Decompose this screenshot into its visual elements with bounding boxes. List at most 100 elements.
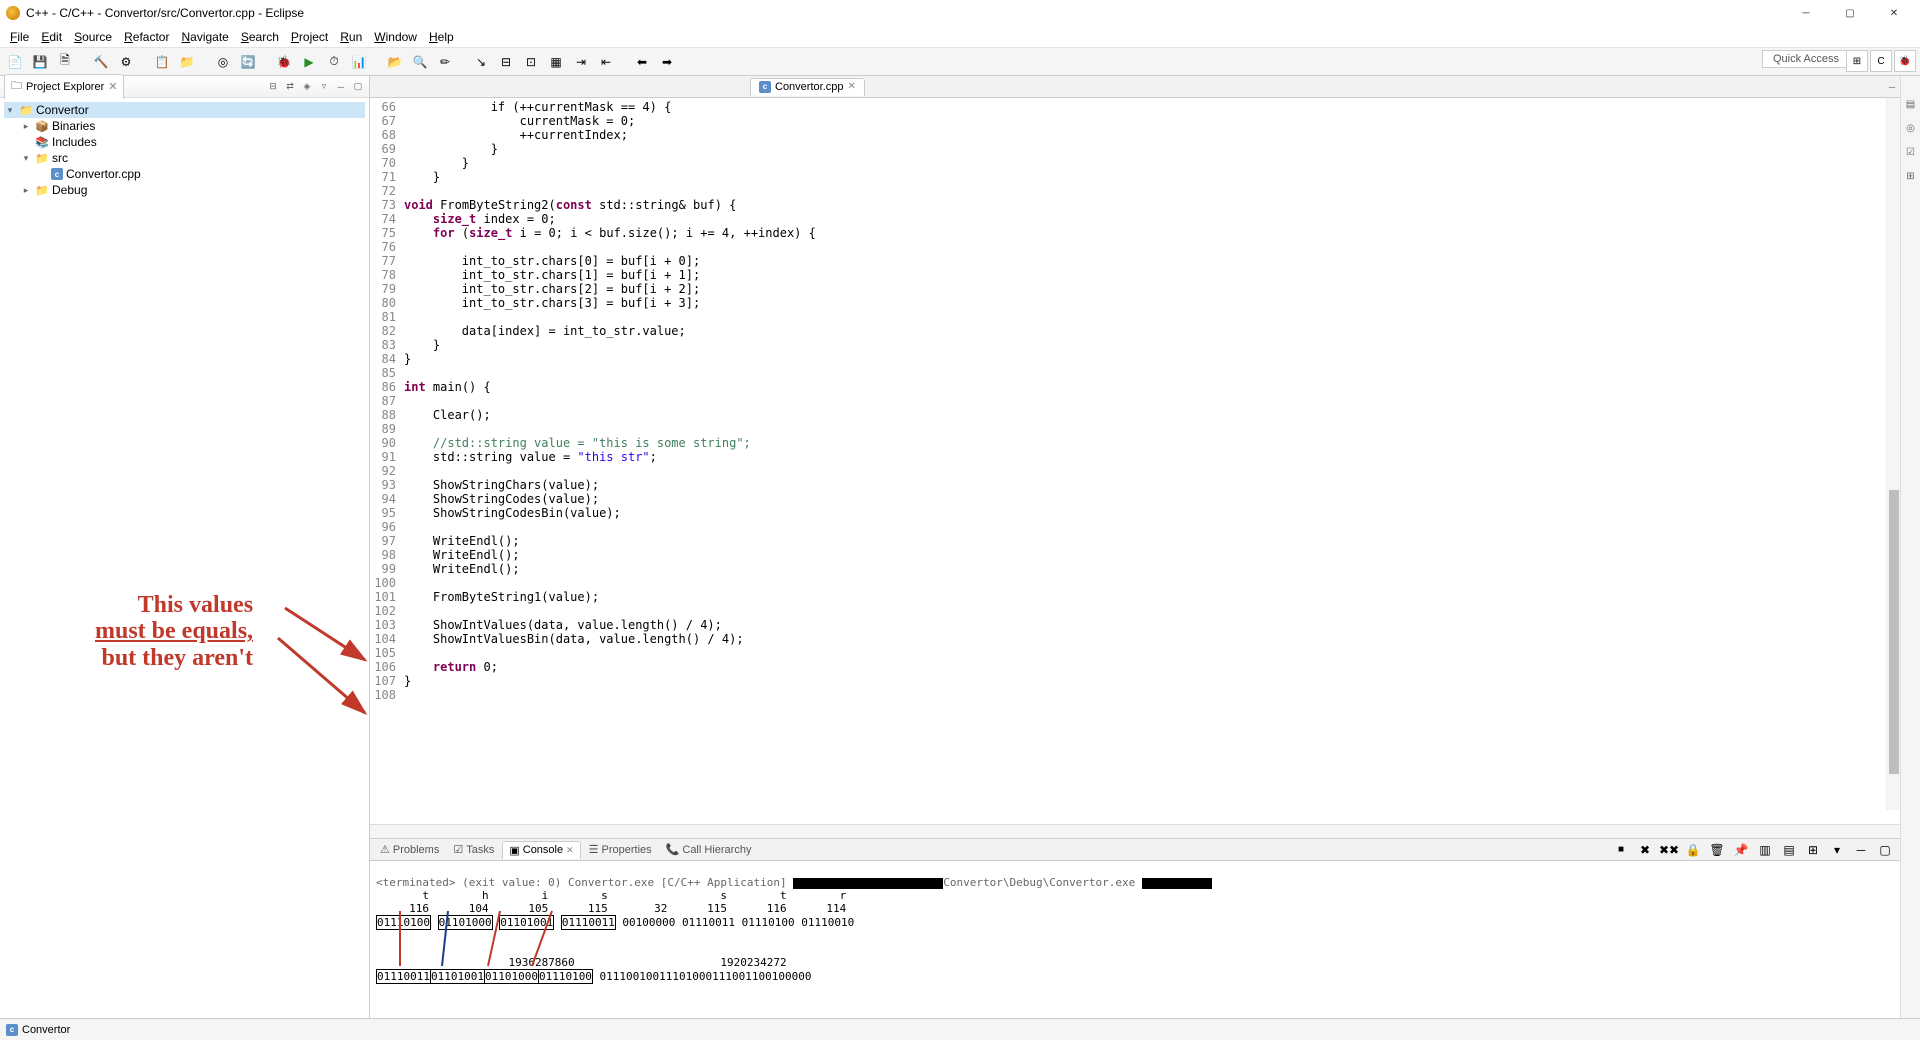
expand-icon[interactable]: ▸	[20, 185, 32, 196]
bottom-tab-console[interactable]: ▣Console ✕	[502, 841, 580, 859]
annotate-button[interactable]: ✏	[434, 51, 456, 73]
link-editor-icon[interactable]: ⇄	[283, 80, 297, 94]
new-class-button[interactable]: 📋	[151, 51, 173, 73]
tree-item[interactable]: 📚Includes	[4, 134, 365, 150]
clear-console-button[interactable]: 🗑	[1706, 839, 1728, 861]
view-menu-icon[interactable]: ▿	[317, 80, 331, 94]
open-type-button[interactable]: 📂	[384, 51, 406, 73]
project-tree[interactable]: ▾ 📁 Convertor ▸📦Binaries📚Includes▾📁srccC…	[0, 98, 369, 1018]
minimize-view-icon[interactable]: ─	[334, 80, 348, 94]
tab-icon: ▣	[509, 844, 519, 857]
search-button[interactable]: 🔍	[409, 51, 431, 73]
display-selected-button[interactable]: ▥	[1754, 839, 1776, 861]
new-console-button[interactable]: ⊞	[1802, 839, 1824, 861]
tree-root[interactable]: ▾ 📁 Convertor	[4, 102, 365, 118]
open-perspective-button[interactable]: ⊞	[1846, 50, 1868, 72]
editor-tab-label: Convertor.cpp	[775, 81, 843, 93]
bottom-tab-call-hierarchy[interactable]: 📞Call Hierarchy	[660, 841, 758, 858]
task-list-icon[interactable]: ☑	[1903, 144, 1919, 160]
run-button[interactable]: ▶	[298, 51, 320, 73]
outline-icon[interactable]: ▤	[1903, 96, 1919, 112]
maximize-button[interactable]: ▢	[1830, 1, 1870, 25]
scroll-lock-button[interactable]: 🔒	[1682, 839, 1704, 861]
save-all-button[interactable]: 🗎	[54, 51, 76, 73]
open-console-button[interactable]: ▤	[1778, 839, 1800, 861]
close-button[interactable]: ✕	[1874, 1, 1914, 25]
tree-item-label: src	[52, 151, 68, 165]
minimize-editor-icon[interactable]: ─	[1885, 80, 1899, 94]
menu-window[interactable]: Window	[368, 28, 423, 46]
code-editor[interactable]: 66 67 68 69 70 71 72 73 74 75 76 77 78 7…	[370, 98, 1900, 824]
pin-console-button[interactable]: 📌	[1730, 839, 1752, 861]
menu-run[interactable]: Run	[334, 28, 368, 46]
maximize-console-icon[interactable]: ▢	[1874, 839, 1896, 861]
folder-icon: 📚	[35, 135, 49, 149]
close-icon[interactable]: ✕	[566, 845, 574, 856]
console-output[interactable]: <terminated> (exit value: 0) Convertor.e…	[370, 861, 1900, 1018]
console-dropdown-button[interactable]: ▾	[1826, 839, 1848, 861]
build-button[interactable]: 🔨	[90, 51, 112, 73]
remove-all-button[interactable]: ✖✖	[1658, 839, 1680, 861]
annotation-text: This values must be equals, but they are…	[95, 592, 253, 671]
profile-button[interactable]: ⏱	[323, 51, 345, 73]
cpp-icon: c	[6, 1024, 18, 1036]
minimize-console-icon[interactable]: ─	[1850, 839, 1872, 861]
folder-icon: 📁	[35, 183, 49, 197]
toggle-block-button[interactable]: ▦	[545, 51, 567, 73]
menu-search[interactable]: Search	[235, 28, 285, 46]
build-targets-icon[interactable]: ⊞	[1903, 168, 1919, 184]
expand-icon[interactable]: ▾	[4, 105, 16, 116]
tree-item[interactable]: ▾📁src	[4, 150, 365, 166]
menu-navigate[interactable]: Navigate	[175, 28, 234, 46]
coverage-button[interactable]: 📊	[348, 51, 370, 73]
hammer-icon[interactable]: ⚙	[115, 51, 137, 73]
project-explorer-tab[interactable]: 🗀 Project Explorer ✕	[4, 74, 124, 99]
focus-icon[interactable]: ◈	[300, 80, 314, 94]
make-target-icon[interactable]: ◎	[1903, 120, 1919, 136]
new-button[interactable]: 📄	[4, 51, 26, 73]
menu-edit[interactable]: Edit	[35, 28, 68, 46]
refresh-button[interactable]: 🔄	[237, 51, 259, 73]
tree-item[interactable]: ▸📁Debug	[4, 182, 365, 198]
debug-perspective-button[interactable]: 🐞	[1894, 50, 1916, 72]
cpp-perspective-button[interactable]: C	[1870, 50, 1892, 72]
bottom-tab-tasks[interactable]: ☑Tasks	[447, 841, 500, 858]
editor-pane: c Convertor.cpp ✕ ─ ▢ 66 67 68 69 70 71 …	[370, 76, 1920, 1018]
step-button[interactable]: ↘	[470, 51, 492, 73]
project-icon: 📁	[19, 103, 33, 117]
save-button[interactable]: 💾	[29, 51, 51, 73]
menu-file[interactable]: File	[4, 28, 35, 46]
toggle-mark-button[interactable]: ⊡	[520, 51, 542, 73]
remove-terminated-button[interactable]: ✖	[1634, 839, 1656, 861]
tree-item-label: Binaries	[52, 119, 95, 133]
terminate-button[interactable]: ■	[1610, 839, 1632, 861]
menu-project[interactable]: Project	[285, 28, 334, 46]
bottom-tab-properties[interactable]: ☰Properties	[583, 841, 658, 858]
next-button[interactable]: ⇥	[570, 51, 592, 73]
tree-item[interactable]: cConvertor.cpp	[4, 166, 365, 182]
close-tab-icon[interactable]: ✕	[847, 81, 855, 92]
target-button[interactable]: ◎	[212, 51, 234, 73]
menu-source[interactable]: Source	[68, 28, 118, 46]
menu-refactor[interactable]: Refactor	[118, 28, 175, 46]
horizontal-scrollbar[interactable]	[370, 824, 1920, 838]
quick-access-input[interactable]: Quick Access	[1762, 50, 1850, 68]
menu-help[interactable]: Help	[423, 28, 460, 46]
minimize-button[interactable]: ─	[1786, 1, 1826, 25]
collapse-all-icon[interactable]: ⊟	[266, 80, 280, 94]
expand-icon[interactable]: ▸	[20, 121, 32, 132]
maximize-view-icon[interactable]: ▢	[351, 80, 365, 94]
toggle-button[interactable]: ⊟	[495, 51, 517, 73]
debug-button[interactable]: 🐞	[273, 51, 295, 73]
close-icon[interactable]: ✕	[108, 80, 117, 93]
expand-icon[interactable]: ▾	[20, 153, 32, 164]
prev-button[interactable]: ⇤	[595, 51, 617, 73]
bottom-tab-problems[interactable]: ⚠Problems	[374, 841, 445, 858]
tree-item[interactable]: ▸📦Binaries	[4, 118, 365, 134]
back-button[interactable]: ⬅	[631, 51, 653, 73]
new-folder-button[interactable]: 📁	[176, 51, 198, 73]
editor-tab[interactable]: c Convertor.cpp ✕	[750, 78, 865, 96]
overview-ruler[interactable]	[1886, 98, 1900, 810]
tab-icon: 📞	[666, 843, 680, 856]
forward-button[interactable]: ➡	[656, 51, 678, 73]
